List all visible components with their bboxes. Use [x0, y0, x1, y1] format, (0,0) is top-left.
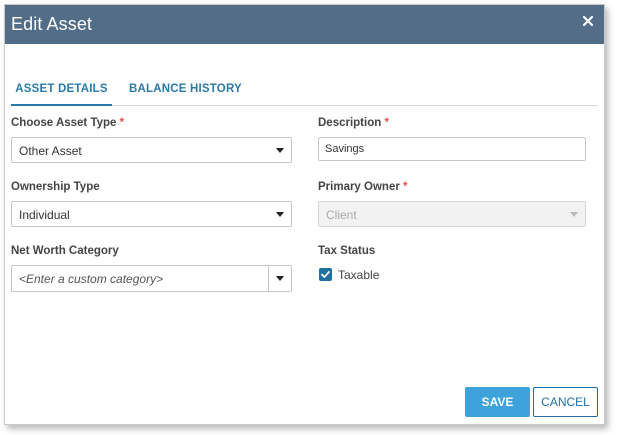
ownership-type-select[interactable]: Individual [11, 201, 292, 227]
net-worth-category-placeholder: <Enter a custom category> [19, 272, 164, 286]
close-icon[interactable] [580, 13, 596, 29]
required-marker: * [384, 117, 389, 129]
tab-balance-history[interactable]: BALANCE HISTORY [129, 83, 242, 95]
primary-owner-label: Primary Owner * [318, 181, 408, 193]
taxable-checkbox[interactable] [319, 268, 332, 281]
primary-owner-value: Client [326, 208, 357, 222]
tab-bar: ASSET DETAILS BALANCE HISTORY [11, 75, 598, 106]
description-label: Description * [318, 117, 389, 129]
primary-owner-label-text: Primary Owner [318, 181, 400, 193]
required-marker: * [119, 117, 125, 129]
chevron-down-icon [276, 276, 284, 281]
net-worth-category-label: Net Worth Category [11, 245, 119, 257]
chevron-down-icon [276, 148, 284, 153]
tax-status-label: Tax Status [318, 245, 376, 257]
dialog-title: Edit Asset [11, 14, 93, 34]
net-worth-category-combobox[interactable]: <Enter a custom category> [11, 265, 292, 292]
chevron-down-icon [570, 212, 578, 217]
ownership-type-value: Individual [19, 208, 70, 222]
asset-type-label-text: Choose Asset Type [11, 117, 117, 129]
check-icon [321, 271, 330, 278]
description-label-text: Description [318, 117, 382, 129]
asset-type-select[interactable]: Other Asset [11, 137, 292, 163]
tab-asset-details[interactable]: ASSET DETAILS [11, 83, 112, 106]
dialog-titlebar: Edit Asset [5, 5, 604, 44]
asset-type-value: Other Asset [19, 144, 82, 158]
chevron-down-icon [276, 212, 284, 217]
net-worth-category-dropdown-button[interactable] [268, 266, 291, 291]
ownership-type-label: Ownership Type [11, 181, 100, 193]
primary-owner-select: Client [318, 201, 586, 227]
asset-type-label: Choose Asset Type * [11, 117, 124, 129]
description-input[interactable] [318, 137, 586, 161]
edit-asset-dialog: Edit Asset ASSET DETAILS BALANCE HISTORY… [4, 4, 605, 425]
taxable-label[interactable]: Taxable [338, 268, 379, 282]
cancel-button[interactable]: CANCEL [533, 387, 598, 417]
required-marker: * [403, 181, 408, 193]
save-button[interactable]: SAVE [465, 387, 530, 417]
